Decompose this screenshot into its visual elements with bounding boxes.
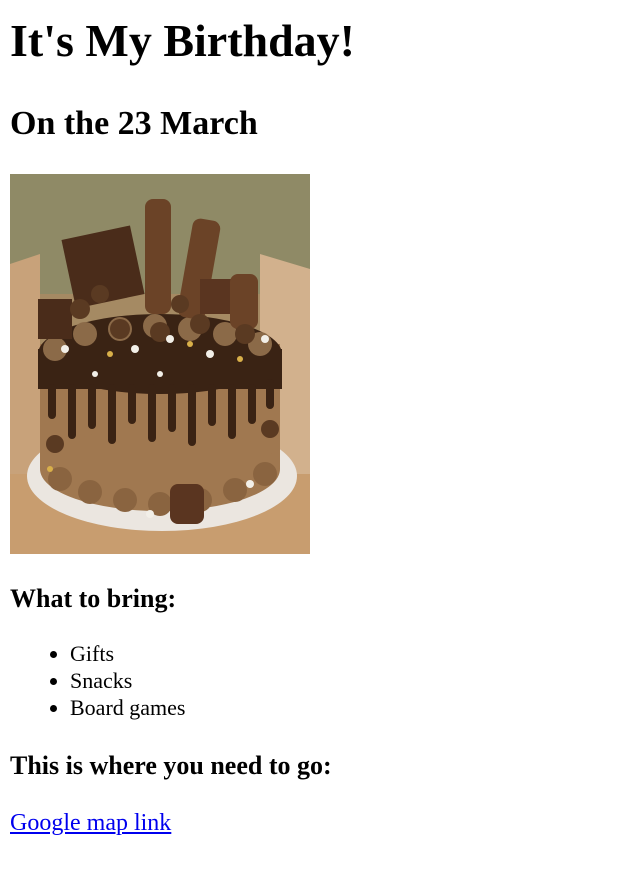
cake-image — [10, 174, 310, 554]
date-heading: On the 23 March — [10, 105, 258, 142]
list-item: Board games — [70, 694, 628, 721]
list-item: Snacks — [70, 667, 628, 694]
page-title: It's My Birthday! — [10, 15, 355, 66]
bring-list: Gifts Snacks Board games — [10, 640, 628, 721]
where-heading: This is where you need to go: — [10, 751, 332, 780]
list-item: Gifts — [70, 640, 628, 667]
bring-heading: What to bring: — [10, 584, 177, 613]
map-link-paragraph: Google map link — [10, 809, 628, 837]
google-map-link[interactable]: Google map link — [10, 810, 171, 836]
birthday-page: It's My Birthday! On the 23 March What t… — [0, 14, 638, 837]
